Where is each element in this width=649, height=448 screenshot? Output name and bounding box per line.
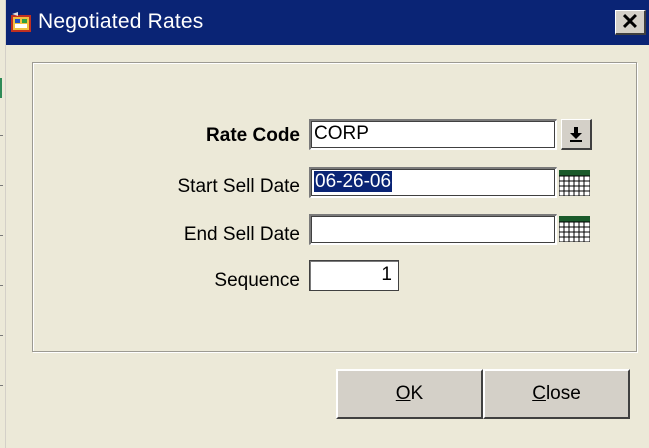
sequence-label: Sequence: [214, 270, 300, 291]
window-title: Negotiated Rates: [38, 10, 204, 33]
close-button[interactable]: Close: [483, 369, 630, 419]
dropdown-arrow-icon: [570, 127, 582, 142]
end-sell-date-input[interactable]: [309, 214, 557, 245]
negotiated-rates-dialog: Negotiated Rates ✕ Rate Code CORP Start …: [6, 0, 649, 448]
rate-code-input[interactable]: CORP: [309, 119, 557, 150]
ok-button[interactable]: OK: [336, 369, 483, 419]
app-icon: [11, 12, 31, 32]
close-window-button[interactable]: ✕: [615, 10, 646, 35]
calendar-icon[interactable]: [559, 170, 590, 196]
title-bar[interactable]: Negotiated Rates ✕: [6, 0, 649, 45]
start-sell-date-input[interactable]: 06-26-06: [309, 167, 557, 198]
sequence-input[interactable]: 1: [309, 260, 399, 291]
rate-code-label: Rate Code: [206, 125, 300, 146]
start-sell-date-label: Start Sell Date: [177, 176, 301, 197]
form-group-box: [32, 62, 637, 352]
background-accent: [0, 78, 2, 98]
calendar-icon[interactable]: [559, 216, 590, 242]
rate-code-dropdown-button[interactable]: [561, 119, 592, 150]
close-icon: ✕: [620, 9, 640, 34]
end-sell-date-label: End Sell Date: [183, 224, 300, 245]
